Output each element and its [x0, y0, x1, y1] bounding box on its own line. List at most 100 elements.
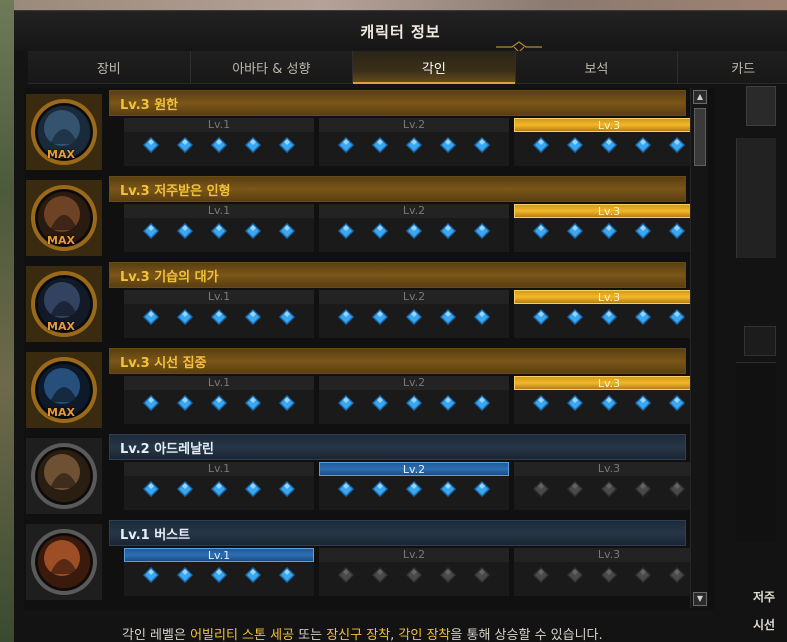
footer-note: 각인 레벨은 어빌리티 스톤 세공 또는 장신구 장착, 각인 장착을 통해 상… [0, 620, 787, 642]
gem-active-icon [337, 308, 355, 330]
tab-label: 각인 [421, 62, 446, 77]
level-group-1: Lv.1 [124, 548, 314, 596]
tab-avatar-tendency[interactable]: 아바타 & 성향 [191, 51, 354, 84]
gem-inactive-icon [337, 566, 355, 588]
background-scenery-left [0, 0, 14, 642]
gem-active-icon [337, 480, 355, 502]
level-label: Lv.3 [514, 204, 704, 218]
gem-active-icon [278, 480, 296, 502]
gem-active-icon [371, 480, 389, 502]
gem-active-icon [371, 394, 389, 416]
gem-active-icon [532, 308, 550, 330]
scrollbar[interactable]: ▲ ▼ [690, 88, 708, 608]
max-badge: MAX [47, 320, 75, 333]
adrenaline-engraving-icon[interactable] [26, 438, 102, 514]
gem-inactive-icon [439, 566, 457, 588]
level-label: Lv.3 [514, 462, 704, 476]
gem-inactive-icon [532, 566, 550, 588]
footer-highlight-engraving: 각인 장착 [398, 628, 451, 642]
level-label: Lv.1 [124, 462, 314, 476]
engraving-name: Lv.3 기습의 대가 [109, 262, 686, 288]
gem-active-icon [600, 222, 618, 244]
level-label: Lv.3 [514, 548, 704, 562]
gem-active-icon [405, 136, 423, 158]
level-group-3: Lv.3 [514, 204, 704, 252]
gem-active-icon [176, 480, 194, 502]
tab-equipment[interactable]: 장비 [28, 51, 191, 84]
gem-row [319, 562, 509, 592]
gem-active-icon [278, 308, 296, 330]
gem-inactive-icon [566, 566, 584, 588]
gem-inactive-icon [634, 480, 652, 502]
gem-active-icon [566, 136, 584, 158]
level-label: Lv.2 [319, 376, 509, 390]
level-label: Lv.2 [319, 118, 509, 132]
side-content-area [736, 362, 776, 542]
level-group-1: Lv.1 [124, 376, 314, 424]
gem-inactive-icon [600, 566, 618, 588]
scroll-down-arrow-icon[interactable]: ▼ [693, 592, 707, 606]
level-group-2: Lv.2 [319, 204, 509, 252]
level-group-2: Lv.2 [319, 462, 509, 510]
gem-active-icon [337, 136, 355, 158]
level-group-1: Lv.1 [124, 290, 314, 338]
gem-active-icon [634, 308, 652, 330]
gem-active-icon [371, 308, 389, 330]
tab-card[interactable]: 카드 [678, 51, 787, 84]
side-button[interactable] [746, 86, 776, 126]
gem-active-icon [439, 394, 457, 416]
level-label: Lv.1 [124, 548, 314, 562]
level-group-1: Lv.1 [124, 118, 314, 166]
gem-active-icon [668, 394, 686, 416]
gem-active-icon [210, 308, 228, 330]
engraving-row[interactable]: Lv.2 아드레날린 Lv.1 Lv.2 Lv.3 [24, 434, 704, 514]
scroll-up-arrow-icon[interactable]: ▲ [693, 90, 707, 104]
gem-active-icon [142, 566, 160, 588]
gem-active-icon [405, 394, 423, 416]
level-label: Lv.3 [514, 290, 704, 304]
side-ornament-icon [744, 326, 776, 356]
level-label: Lv.3 [514, 376, 704, 390]
gem-active-icon [244, 394, 262, 416]
engraving-row[interactable]: MAX Lv.3 기습의 대가 Lv.1 Lv.2 Lv.3 [24, 262, 704, 342]
gem-active-icon [532, 222, 550, 244]
gem-active-icon [439, 222, 457, 244]
gem-active-icon [532, 394, 550, 416]
level-label: Lv.1 [124, 204, 314, 218]
engraving-name: Lv.3 원한 [109, 90, 686, 116]
max-badge: MAX [47, 406, 75, 419]
footer-part: 또는 [294, 628, 327, 642]
burst-engraving-icon[interactable] [26, 524, 102, 600]
footer-highlight-accessory: 장신구 장착 [326, 628, 391, 642]
tab-gem[interactable]: 보석 [516, 51, 679, 84]
gem-active-icon [473, 222, 491, 244]
gem-row [514, 218, 704, 248]
gem-inactive-icon [532, 480, 550, 502]
gem-active-icon [278, 394, 296, 416]
tab-bar: 장비 아바타 & 성향 각인 보석 카드 [28, 51, 787, 84]
gem-inactive-icon [634, 566, 652, 588]
level-label: Lv.2 [319, 462, 509, 476]
gem-row [124, 304, 314, 334]
scroll-thumb[interactable] [694, 108, 706, 166]
engraving-row[interactable]: MAX Lv.3 저주받은 인형 Lv.1 Lv.2 Lv.3 [24, 176, 704, 256]
title-bar[interactable]: 캐릭터 정보 [14, 11, 787, 53]
gem-active-icon [634, 136, 652, 158]
engraving-row[interactable]: MAX Lv.3 시선 집중 Lv.1 Lv.2 Lv.3 [24, 348, 704, 428]
gem-active-icon [566, 222, 584, 244]
gem-active-icon [278, 566, 296, 588]
tab-engraving[interactable]: 각인 [353, 51, 516, 84]
gem-row [319, 476, 509, 506]
tab-label: 카드 [731, 62, 756, 77]
engraving-row[interactable]: Lv.1 버스트 Lv.1 Lv.2 Lv.3 [24, 520, 704, 600]
level-group-3: Lv.3 [514, 462, 704, 510]
gem-inactive-icon [473, 566, 491, 588]
level-group-3: Lv.3 [514, 548, 704, 596]
gem-active-icon [210, 480, 228, 502]
level-label: Lv.1 [124, 376, 314, 390]
level-group-1: Lv.1 [124, 204, 314, 252]
level-label: Lv.2 [319, 548, 509, 562]
engraving-row[interactable]: MAX Lv.3 원한 Lv.1 Lv.2 Lv.3 [24, 90, 704, 170]
footer-highlight-ability-stone: 어빌리티 스톤 세공 [190, 628, 295, 642]
gem-active-icon [600, 394, 618, 416]
